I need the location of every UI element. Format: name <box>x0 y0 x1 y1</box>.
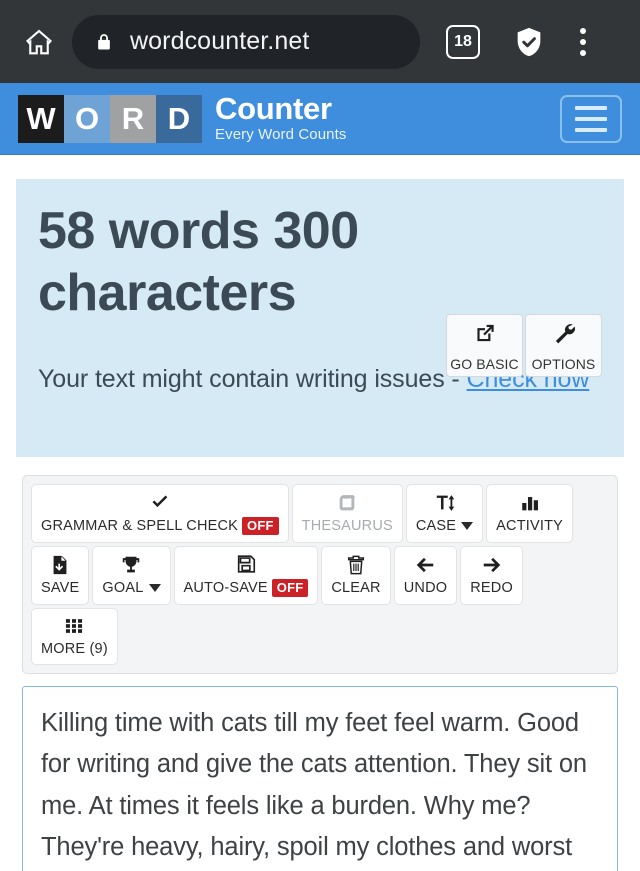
hamburger-line <box>575 127 607 132</box>
external-link-icon <box>472 320 498 351</box>
undo-button[interactable]: UNDO <box>393 546 458 605</box>
check-icon <box>148 491 172 513</box>
activity-label: ACTIVITY <box>496 518 564 534</box>
go-basic-button[interactable]: GO BASIC <box>446 314 523 377</box>
logo-title: Counter <box>215 91 332 127</box>
save-label: SAVE <box>41 580 80 596</box>
site-header: W O R D Counter Every Word Counts <box>0 83 640 155</box>
file-save-icon <box>48 554 72 576</box>
kebab-dot <box>580 49 586 56</box>
text-case-icon <box>433 492 457 514</box>
options-button[interactable]: OPTIONS <box>525 314 602 377</box>
chevron-down-icon <box>461 522 474 530</box>
case-button[interactable]: CASE <box>405 484 484 543</box>
tab-counter-button[interactable]: 18 <box>446 24 480 59</box>
writing-issues-text: Your text might contain writing issues - <box>38 364 467 393</box>
auto-save-label-text: AUTO-SAVE <box>183 580 268 596</box>
book-icon <box>335 492 359 514</box>
redo-button[interactable]: REDO <box>460 546 523 605</box>
word-character-count: 58 words 300 characters <box>38 202 359 322</box>
lock-icon <box>94 31 114 53</box>
go-basic-label: GO BASIC <box>450 355 519 372</box>
activity-button[interactable]: ACTIVITY <box>486 484 574 543</box>
logo-tagline: Every Word Counts <box>215 126 347 144</box>
more-button[interactable]: MORE (9) <box>31 608 118 665</box>
thesaurus-label: THESAURUS <box>301 518 393 534</box>
url-bar[interactable]: wordcounter.net <box>72 14 420 69</box>
arrow-right-icon <box>479 554 505 576</box>
arrow-left-icon <box>412 554 438 576</box>
logo-letter-w: W <box>18 94 64 143</box>
goal-label: GOAL <box>102 580 161 596</box>
wrench-icon <box>551 320 577 351</box>
bar-chart-icon <box>518 492 542 514</box>
goal-button[interactable]: GOAL <box>92 546 171 605</box>
grammar-label-text: GRAMMAR & SPELL CHECK <box>41 518 239 534</box>
text-editor[interactable]: Killing time with cats till my feet feel… <box>22 686 618 871</box>
clear-label: CLEAR <box>331 580 381 596</box>
grid-dots-icon <box>62 615 86 637</box>
auto-save-button[interactable]: AUTO-SAVE OFF <box>173 546 319 605</box>
chevron-down-icon <box>148 584 161 592</box>
kebab-dot <box>580 27 586 34</box>
editor-toolbar: GRAMMAR & SPELL CHECK OFF THESAURUS CASE… <box>22 475 618 674</box>
shield-check-icon[interactable] <box>512 25 546 59</box>
floppy-disk-icon <box>234 553 258 575</box>
wordcounter-logo[interactable]: W O R D Counter Every Word Counts <box>18 91 347 144</box>
grammar-off-badge: OFF <box>242 517 279 535</box>
kebab-dot <box>580 38 586 45</box>
case-label: CASE <box>415 518 474 534</box>
clear-button[interactable]: CLEAR <box>321 546 391 605</box>
goal-label-text: GOAL <box>102 580 144 596</box>
thesaurus-button[interactable]: THESAURUS <box>291 484 403 543</box>
page-body: 58 words 300 characters GO BASIC OPTIONS… <box>0 179 640 871</box>
trophy-icon <box>119 554 143 576</box>
redo-label: REDO <box>470 580 513 596</box>
tab-count-label: 18 <box>454 32 472 50</box>
stats-action-buttons: GO BASIC OPTIONS <box>446 314 602 377</box>
url-text[interactable]: wordcounter.net <box>130 27 309 56</box>
case-label-text: CASE <box>415 518 457 534</box>
editor-content[interactable]: Killing time with cats till my feet feel… <box>41 703 599 871</box>
kebab-menu-icon[interactable] <box>580 27 586 56</box>
undo-label: UNDO <box>403 580 448 596</box>
logo-letter-d: D <box>156 94 202 143</box>
save-button[interactable]: SAVE <box>31 546 90 605</box>
logo-letter-r: R <box>110 94 156 143</box>
home-icon[interactable] <box>16 19 62 65</box>
logo-letter-o: O <box>64 94 110 143</box>
options-label: OPTIONS <box>531 355 596 372</box>
hamburger-line <box>575 116 607 121</box>
logo-wordmark: Counter Every Word Counts <box>215 91 347 144</box>
hamburger-line <box>575 105 607 110</box>
more-label: MORE (9) <box>41 641 108 657</box>
browser-toolbar: wordcounter.net 18 <box>0 0 640 83</box>
grammar-spell-check-button[interactable]: GRAMMAR & SPELL CHECK OFF <box>31 484 289 543</box>
trash-icon <box>344 554 368 576</box>
stats-panel: 58 words 300 characters GO BASIC OPTIONS… <box>16 179 624 457</box>
auto-save-label: AUTO-SAVE OFF <box>184 579 309 597</box>
grammar-spell-check-label: GRAMMAR & SPELL CHECK OFF <box>41 517 279 535</box>
auto-save-off-badge: OFF <box>271 579 309 597</box>
hamburger-menu-icon[interactable] <box>560 94 622 143</box>
